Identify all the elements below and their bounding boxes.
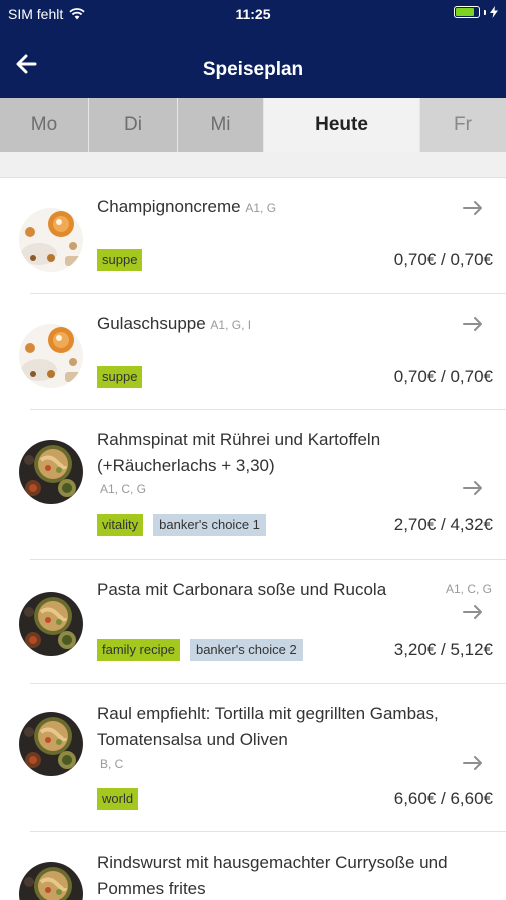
tab-heute[interactable]: Heute — [264, 98, 420, 152]
dish-name: Rahmspinat mit Rührei und Kartoffeln (+R… — [97, 427, 380, 479]
tab-fr[interactable]: Fr — [420, 98, 506, 152]
page-title: Speiseplan — [202, 59, 304, 80]
tab-mo[interactable]: Mo — [0, 98, 89, 152]
price: 3,20€ / 5,12€ — [393, 640, 493, 659]
dish-name: Pasta mit Carbonara soße und Rucola — [97, 580, 387, 599]
dish-name: Champignoncreme — [97, 197, 241, 216]
dish-name-line-1: Rahmspinat mit Rührei und Kartoffeln — [97, 430, 381, 449]
dish-name-line-1: Rindswurst mit hausgemachter Currysoße u… — [97, 853, 448, 872]
menu-item[interactable]: Champignoncreme A1, G suppe 0,70€ / 0,70… — [0, 178, 506, 294]
tag-list: suppe — [97, 249, 143, 271]
tag-list: suppe — [97, 366, 143, 388]
arrow-right-icon[interactable] — [462, 316, 484, 332]
menu-item[interactable]: Raul empfiehlt: Tortilla mit gegrillten … — [0, 684, 506, 832]
arrow-right-icon[interactable] — [462, 604, 484, 620]
menu-item[interactable]: Rahmspinat mit Rührei und Kartoffeln (+R… — [0, 410, 506, 560]
battery-icon — [454, 6, 480, 18]
tag-badge: suppe — [97, 366, 143, 388]
dish-image — [19, 440, 83, 504]
dish-name-line-2: Pommes frites — [97, 879, 206, 898]
dish-name: Rindswurst mit hausgemachter Currysoße u… — [97, 850, 448, 900]
tab-di[interactable]: Di — [89, 98, 178, 152]
arrow-right-icon[interactable] — [462, 755, 484, 771]
tag-badge: banker's choice 2 — [189, 639, 303, 661]
dish-image — [19, 592, 83, 656]
allergen-codes: A1, G, I — [210, 318, 252, 332]
battery-indicator — [454, 6, 498, 18]
tag-list: world — [97, 788, 139, 810]
navigation-bar: Speiseplan — [0, 28, 506, 98]
menu-item[interactable]: Pasta mit Carbonara soße und Rucola A1, … — [0, 560, 506, 684]
tag-badge: banker's choice 1 — [153, 514, 266, 536]
price: 0,70€ / 0,70€ — [393, 250, 493, 269]
dish-image — [19, 712, 83, 776]
status-bar: SIM fehlt 11:25 — [0, 0, 506, 28]
allergen-codes: A1, C, G — [445, 582, 492, 596]
tag-list: family recipe banker's choice 2 — [97, 639, 303, 661]
menu-item[interactable]: Gulaschsuppe A1, G, I suppe 0,70€ / 0,70… — [0, 294, 506, 410]
tag-badge: world — [97, 788, 139, 810]
dish-name: Gulaschsuppe — [97, 314, 206, 333]
price: 6,60€ / 6,60€ — [393, 789, 493, 808]
dish-name-line-2: (+Räucherlachs + 3,30) — [97, 456, 275, 475]
tag-list: vitality banker's choice 1 — [97, 514, 266, 536]
dish-image — [19, 208, 83, 272]
dish-name-line-2: Tomatensalsa und Oliven — [97, 730, 288, 749]
dish-name-line-1: Raul empfiehlt: Tortilla mit gegrillten … — [97, 704, 439, 723]
tag-badge: family recipe — [97, 639, 180, 661]
dish-name: Raul empfiehlt: Tortilla mit gegrillten … — [97, 701, 439, 753]
price: 2,70€ / 4,32€ — [393, 515, 493, 534]
allergen-codes: A1, C, G — [100, 482, 147, 496]
dish-name-line: Gulaschsuppe A1, G, I — [97, 311, 251, 338]
tag-badge: suppe — [97, 249, 143, 271]
tag-badge: vitality — [97, 514, 144, 536]
menu-item[interactable]: Rindswurst mit hausgemachter Currysoße u… — [0, 832, 506, 900]
charging-bolt-icon — [490, 6, 498, 18]
list-header-spacer — [0, 152, 506, 178]
clock: 11:25 — [235, 6, 271, 22]
day-tabs: Mo Di Mi Heute Fr — [0, 98, 506, 152]
allergen-codes: A1, G — [245, 201, 277, 215]
dish-image — [19, 862, 83, 900]
arrow-right-icon[interactable] — [462, 200, 484, 216]
menu-list: Champignoncreme A1, G suppe 0,70€ / 0,70… — [0, 178, 506, 900]
price: 0,70€ / 0,70€ — [393, 367, 493, 386]
dish-image — [19, 324, 83, 388]
arrow-right-icon[interactable] — [462, 480, 484, 496]
allergen-codes: B, C — [100, 757, 124, 771]
dish-name-line: Champignoncreme A1, G — [97, 194, 276, 221]
tab-mi[interactable]: Mi — [178, 98, 264, 152]
